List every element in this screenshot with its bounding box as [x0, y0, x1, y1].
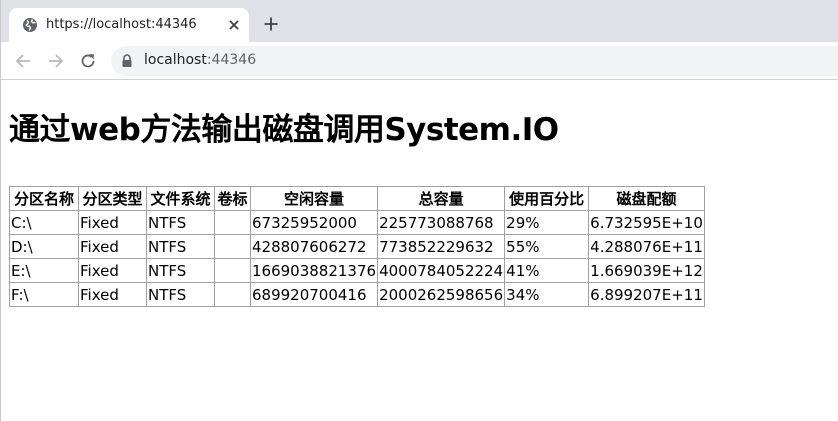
- cell-total-size: 2000262598656: [377, 282, 506, 307]
- close-icon[interactable]: [227, 18, 241, 32]
- cell-file-system: NTFS: [146, 282, 215, 307]
- globe-icon: [23, 18, 37, 32]
- cell-free-space: 428807606272: [249, 234, 379, 259]
- cell-usage-percent: 34%: [504, 282, 590, 307]
- reload-icon[interactable]: [79, 52, 97, 70]
- cell-usage-percent: 55%: [504, 234, 590, 259]
- header-disk-quota: 磁盘配额: [588, 186, 705, 211]
- address-bar[interactable]: localhost:44346: [111, 46, 838, 76]
- header-free-space: 空闲容量: [249, 186, 379, 211]
- cell-partition-name: D:\: [9, 234, 79, 259]
- cell-partition-type: Fixed: [78, 258, 147, 283]
- table-row: E:\ Fixed NTFS 1669038821376 40007840522…: [9, 258, 705, 283]
- disk-table: 分区名称 分区类型 文件系统 卷标 空闲容量 总容量 使用百分比 磁盘配额 C:…: [9, 186, 705, 307]
- cell-file-system: NTFS: [146, 210, 215, 235]
- plus-icon[interactable]: [263, 16, 279, 32]
- cell-free-space: 1669038821376: [249, 258, 379, 283]
- table-row: C:\ Fixed NTFS 67325952000 225773088768 …: [9, 210, 705, 235]
- cell-total-size: 225773088768: [377, 210, 506, 235]
- page-content: 通过web方法输出磁盘调用System.IO 分区名称 分区类型 文件系统 卷标…: [1, 80, 838, 421]
- cell-partition-name: F:\: [9, 282, 79, 307]
- cell-partition-name: E:\: [9, 258, 79, 283]
- cell-usage-percent: 29%: [504, 210, 590, 235]
- tab-strip: https://localhost:44346: [1, 0, 838, 42]
- header-usage-percent: 使用百分比: [504, 186, 590, 211]
- cell-volume-label: [214, 282, 251, 307]
- header-file-system: 文件系统: [146, 186, 215, 211]
- cell-volume-label: [214, 210, 251, 235]
- browser-tab[interactable]: https://localhost:44346: [9, 8, 249, 42]
- tab-title: https://localhost:44346: [46, 17, 197, 32]
- page-title: 通过web方法输出磁盘调用System.IO: [9, 112, 559, 148]
- header-partition-type: 分区类型: [78, 186, 147, 211]
- cell-usage-percent: 41%: [504, 258, 590, 283]
- cell-free-space: 67325952000: [249, 210, 379, 235]
- cell-total-size: 773852229632: [377, 234, 506, 259]
- cell-volume-label: [214, 234, 251, 259]
- forward-arrow-icon[interactable]: [47, 52, 65, 70]
- cell-partition-type: Fixed: [78, 210, 147, 235]
- cell-disk-quota: 6.899207E+11: [588, 282, 705, 307]
- url-port: :44346: [206, 52, 257, 68]
- cell-file-system: NTFS: [146, 258, 215, 283]
- cell-total-size: 4000784052224: [377, 258, 506, 283]
- url-host: localhost: [144, 52, 207, 68]
- cell-file-system: NTFS: [146, 234, 215, 259]
- lock-icon[interactable]: [121, 54, 133, 68]
- cell-free-space: 689920700416: [249, 282, 379, 307]
- cell-partition-name: C:\: [9, 210, 79, 235]
- back-arrow-icon[interactable]: [14, 52, 32, 70]
- table-row: F:\ Fixed NTFS 689920700416 200026259865…: [9, 282, 705, 307]
- browser-window: https://localhost:44346 localhost:44346: [0, 0, 838, 421]
- header-partition-name: 分区名称: [9, 186, 79, 211]
- cell-partition-type: Fixed: [78, 234, 147, 259]
- cell-volume-label: [214, 258, 251, 283]
- cell-disk-quota: 6.732595E+10: [588, 210, 705, 235]
- header-volume-label: 卷标: [214, 186, 251, 211]
- cell-disk-quota: 1.669039E+12: [588, 258, 705, 283]
- header-total-size: 总容量: [377, 186, 506, 211]
- table-header-row: 分区名称 分区类型 文件系统 卷标 空闲容量 总容量 使用百分比 磁盘配额: [9, 186, 705, 211]
- cell-partition-type: Fixed: [78, 282, 147, 307]
- toolbar: localhost:44346: [1, 42, 838, 80]
- cell-disk-quota: 4.288076E+11: [588, 234, 705, 259]
- table-row: D:\ Fixed NTFS 428807606272 773852229632…: [9, 234, 705, 259]
- url-text: localhost:44346: [144, 52, 256, 68]
